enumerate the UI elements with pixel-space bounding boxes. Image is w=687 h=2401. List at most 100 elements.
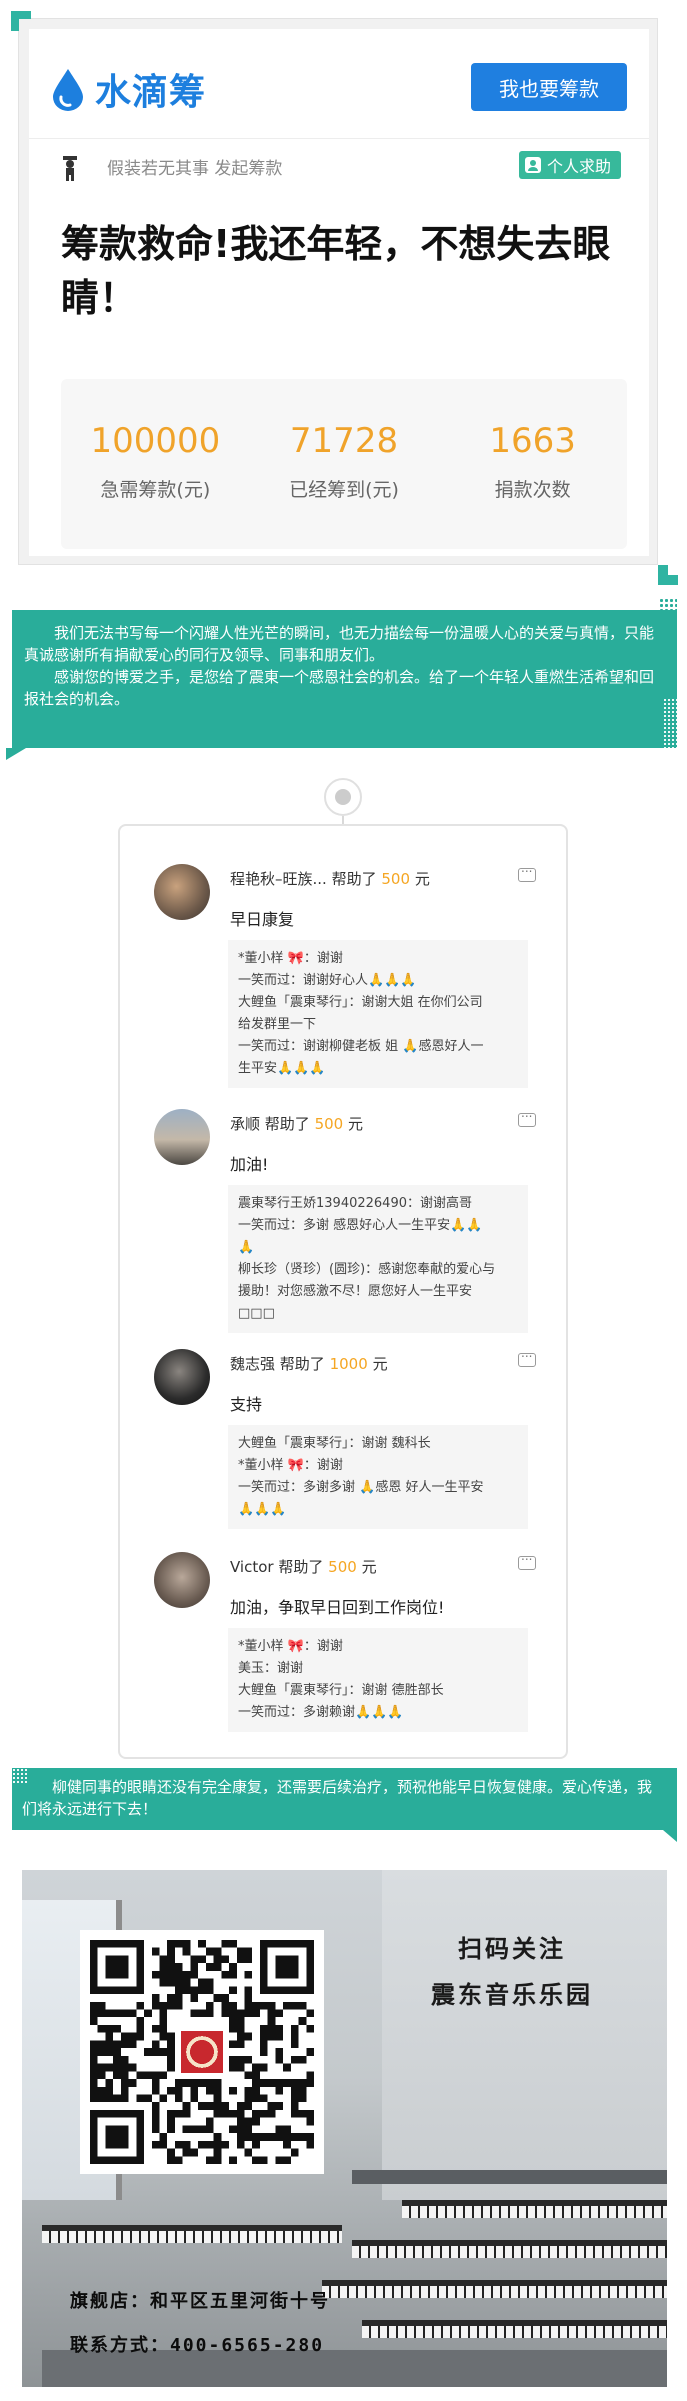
reply-line: *董小样 🎀：谢谢: [238, 1458, 343, 1473]
thanks-paragraph-2: 感谢您的博爱之手，是您给了震東一个感恩社会的机会。给了一个年轻人重燃生活希望和回…: [24, 668, 655, 708]
helped-text: 帮助了: [278, 1558, 324, 1576]
amount-unit: 元: [348, 1115, 364, 1133]
corner-decoration-cut: [668, 565, 678, 575]
comment-text: 加油!: [230, 1155, 269, 1174]
stat-label: 捐款次数: [494, 479, 571, 501]
thanks-banner: 我们无法书写每一个闪耀人性光芒的瞬间，也无力描绘每一份温暖人心的关爱与真情，只能…: [6, 598, 677, 760]
reply-line: *董小样 🎀：谢谢: [238, 1639, 343, 1654]
person-icon: [524, 157, 541, 173]
pin-stem: [342, 816, 344, 824]
stat-raised: 71728 已经筹到(元): [250, 379, 439, 549]
reply-line: 大鲤鱼「震東琴行」：谢谢 德胜部长: [238, 1683, 444, 1698]
more-icon[interactable]: [518, 861, 536, 882]
keyboard-display: [362, 2320, 667, 2338]
qr-code-image: [90, 1940, 314, 2164]
app-logo: 水滴筹: [49, 63, 206, 115]
comment-text: 加油，争取早日回到工作岗位!: [230, 1598, 445, 1617]
reply-line: 援助！对您感激不尽！愿您好人一生平安: [238, 1284, 473, 1299]
comment-item: 承顺 帮助了 500 元 加油! 震東琴行王娇13940226490：谢谢高哥 …: [120, 1101, 566, 1333]
banner-notch: [6, 748, 26, 760]
thanks-paragraph-1: 我们无法书写每一个闪耀人性光芒的瞬间，也无力描绘每一份温暖人心的关爱与真情，只能…: [24, 624, 655, 664]
qr-code[interactable]: [80, 1930, 324, 2174]
shelf: [352, 2170, 667, 2184]
comments-screenshot: 程艳秋–旺族... 帮助了 500 元 早日康复 *董小样 🎀：谢谢 一笑而过：…: [118, 824, 568, 1759]
help-badge-label: 个人求助: [546, 157, 611, 176]
donor-name: 程艳秋–旺族...: [230, 870, 327, 888]
amount-unit: 元: [361, 1558, 377, 1576]
app-header: 水滴筹 我也要筹款: [29, 29, 649, 139]
reply-line: 生平安🙏🙏🙏: [238, 1061, 326, 1076]
reply-line: 大鲤鱼「震東琴行」：谢谢大姐 在你们公司: [238, 995, 483, 1010]
fundraiser-title: 筹款救命!我还年轻，不想失去眼睛！: [61, 222, 611, 320]
comment-item: 魏志强 帮助了 1000 元 支持 大鲤鱼「震東琴行」：谢谢 魏科长 *董小样 …: [120, 1341, 566, 1531]
recovery-banner: 柳健同事的眼睛还没有完全康复，还需要后续治疗，预祝他能早日恢复健康。爱心传递，我…: [12, 1768, 677, 1842]
recovery-text: 柳健同事的眼睛还没有完全康复，还需要后续治疗，预祝他能早日恢复健康。爱心传递，我…: [22, 1778, 653, 1818]
reply-line: 一笑而过：谢谢柳健老板 姐 🙏感恩好人一: [238, 1039, 484, 1054]
store-info: 旗舰店：和平区五里河街十号 联系方式：400-6565-280: [70, 2280, 330, 2368]
avatar: [154, 1552, 210, 1608]
amount-unit: 元: [414, 870, 430, 888]
scan-heading: 扫码关注 震东音乐乐园: [392, 1926, 632, 2018]
reply-line: 一笑而过：多谢 感恩好心人一生平安🙏🙏: [238, 1218, 483, 1233]
keyboard-display: [402, 2200, 667, 2218]
comment-text: 支持: [230, 1395, 263, 1414]
stat-value: 100000: [90, 421, 221, 461]
organizer-row: 假装若无其事 发起筹款 个人求助: [29, 139, 649, 191]
reply-list: 震東琴行王娇13940226490：谢谢高哥 一笑而过：多谢 感恩好心人一生平安…: [228, 1185, 528, 1333]
helped-text: 帮助了: [279, 1355, 325, 1373]
fundraiser-screenshot: 水滴筹 我也要筹款 假装若无其事 发起筹款 个人求助 筹款救命!我还年轻，不想失…: [11, 11, 658, 565]
dot-pattern: [663, 698, 677, 748]
reply-line: 一笑而过：谢谢好心人🙏🙏🙏: [238, 973, 417, 988]
comment-header: Victor 帮助了 500 元: [230, 1556, 377, 1577]
keyboard-display: [352, 2240, 667, 2258]
avatar: [154, 1349, 210, 1405]
store-contact: 联系方式：400-6565-280: [70, 2335, 325, 2356]
donor-name: 魏志强: [230, 1355, 276, 1373]
more-icon[interactable]: [518, 1106, 536, 1127]
water-drop-icon: [53, 69, 83, 111]
reply-line: 大鲤鱼「震東琴行」：谢谢 魏科长: [238, 1436, 431, 1451]
reply-line: 给发群里一下: [238, 1017, 317, 1032]
reply-line: *董小样 🎀：谢谢: [238, 951, 343, 966]
stat-label: 已经筹到(元): [289, 479, 399, 501]
avatar: [154, 864, 210, 920]
article-page: 水滴筹 我也要筹款 假装若无其事 发起筹款 个人求助 筹款救命!我还年轻，不想失…: [0, 0, 687, 2401]
stat-label: 急需筹款(元): [100, 479, 211, 501]
donation-amount: 500: [314, 1115, 344, 1133]
reply-line: 一笑而过：多谢赖谢🙏🙏🙏: [238, 1705, 404, 1720]
more-icon[interactable]: [518, 1346, 536, 1367]
comment-header: 魏志强 帮助了 1000 元: [230, 1353, 388, 1374]
pin-icon: [324, 778, 362, 816]
dot-pattern: [12, 1768, 28, 1784]
shop-wall: [382, 1870, 667, 2200]
reply-line: 震東琴行王娇13940226490：谢谢高哥: [238, 1196, 472, 1211]
reply-line: 🙏: [238, 1240, 255, 1255]
comment-item: 程艳秋–旺族... 帮助了 500 元 早日康复 *董小样 🎀：谢谢 一笑而过：…: [120, 856, 566, 1088]
reply-line: □□□: [238, 1306, 275, 1321]
reply-line: 柳长珍（贤珍）(圆珍)：感谢您奉献的爱心与: [238, 1262, 496, 1277]
reply-list: *董小样 🎀：谢谢 美玉：谢谢 大鲤鱼「震東琴行」：谢谢 德胜部长 一笑而过：多…: [228, 1628, 528, 1732]
scan-line-1: 扫码关注: [458, 1934, 566, 1963]
dot-pattern: [659, 598, 677, 620]
stat-target: 100000 急需筹款(元): [61, 379, 250, 549]
fundraiser-app: 水滴筹 我也要筹款 假装若无其事 发起筹款 个人求助 筹款救命!我还年轻，不想失…: [29, 29, 649, 556]
comment-header: 程艳秋–旺族... 帮助了 500 元: [230, 868, 430, 889]
start-fundraiser-button[interactable]: 我也要筹款: [471, 63, 627, 111]
reply-line: 一笑而过：多谢多谢 🙏感恩 好人一生平安: [238, 1480, 484, 1495]
more-icon[interactable]: [518, 1549, 536, 1570]
figure-icon: [63, 156, 77, 181]
donor-name: 承顺: [230, 1115, 261, 1133]
amount-unit: 元: [372, 1355, 388, 1373]
donation-amount: 1000: [329, 1355, 368, 1373]
store-poster: 扫码关注 震东音乐乐园 旗舰店：和平区五里河街十号 联系方式：400-6565-…: [22, 1870, 667, 2387]
reply-line: 🙏🙏🙏: [238, 1502, 287, 1517]
comment-text: 早日康复: [230, 910, 295, 929]
comment-header: 承顺 帮助了 500 元: [230, 1113, 363, 1134]
corner-decoration: [11, 11, 31, 31]
keyboard-display: [322, 2280, 667, 2298]
stat-count: 1663 捐款次数: [438, 379, 627, 549]
organizer-text: 假装若无其事 发起筹款: [107, 159, 283, 179]
banner-notch: [663, 1830, 677, 1842]
personal-help-badge: 个人求助: [518, 151, 621, 179]
scan-line-2: 震东音乐乐园: [431, 1980, 593, 2009]
